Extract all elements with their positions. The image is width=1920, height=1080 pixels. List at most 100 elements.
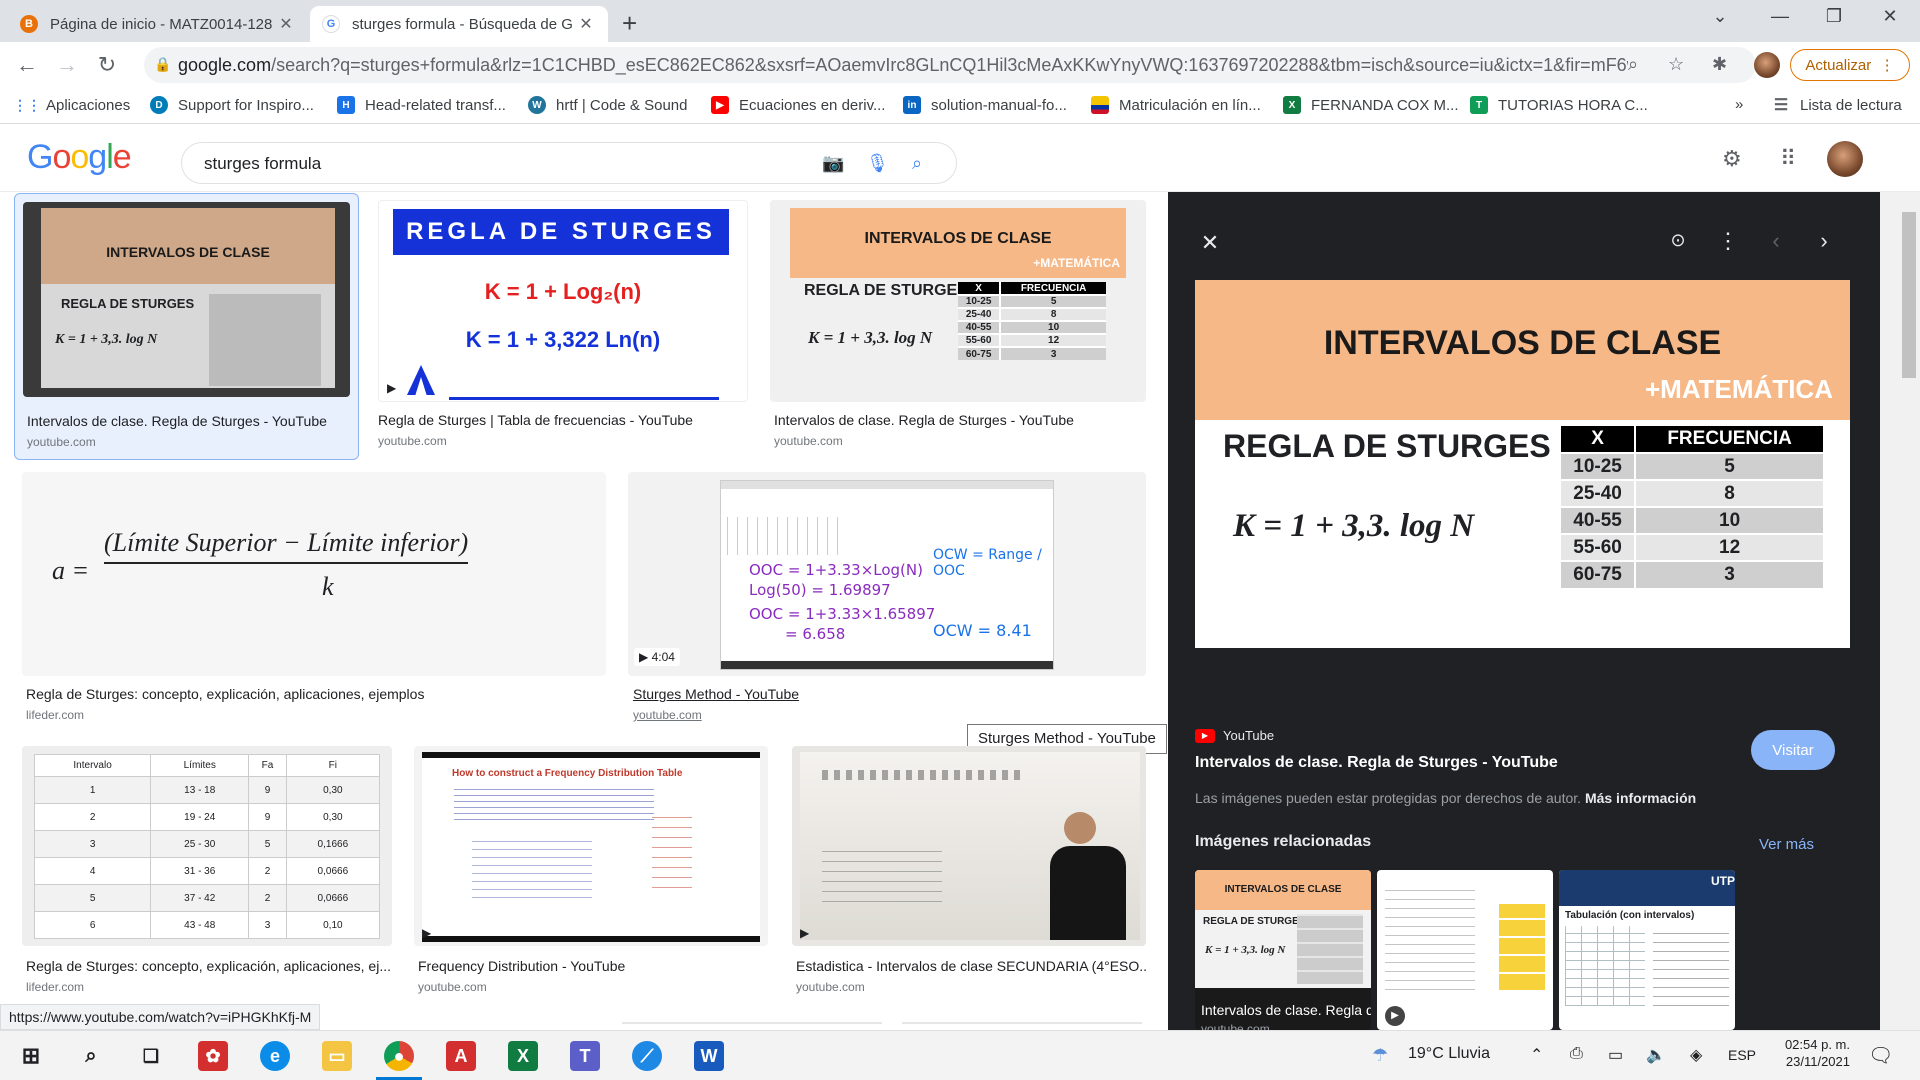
maximize-button[interactable]: ❐: [1814, 6, 1854, 27]
result-card[interactable]: REGLA DE STURGES K = 1 + Log₂(n) K = 1 +…: [370, 200, 750, 450]
result-title[interactable]: Intervalos de clase. Regla de Sturges - …: [774, 412, 1144, 428]
page-scrollbar[interactable]: [1880, 192, 1920, 1030]
show-hidden-icons-chevron-icon[interactable]: ⌃: [1530, 1045, 1543, 1065]
bookmark-tutorias[interactable]: T TUTORIAS HORA C...: [1470, 96, 1648, 114]
preview-title[interactable]: Intervalos de clase. Regla de Sturges - …: [1195, 754, 1558, 772]
acrobat-icon[interactable]: A: [446, 1041, 476, 1071]
related-image[interactable]: UTPL Tabulación (con intervalos): [1559, 870, 1735, 1030]
windows-start-icon[interactable]: ⊞: [16, 1041, 46, 1071]
bookmark-wordpress[interactable]: Whrtf | Code & Sound: [528, 96, 687, 114]
search-input[interactable]: sturges formula: [204, 154, 321, 174]
word-icon[interactable]: W: [694, 1041, 724, 1071]
language-indicator[interactable]: ESP: [1728, 1047, 1756, 1063]
bookmark-dell[interactable]: D Support for Inspiro...: [150, 96, 314, 114]
table-header-cell: X: [958, 282, 1002, 295]
account-avatar[interactable]: [1827, 141, 1863, 177]
google-logo[interactable]: Google: [27, 138, 132, 177]
camera-icon[interactable]: 📷: [822, 153, 844, 174]
related-image[interactable]: ▶: [1377, 870, 1553, 1030]
bookmark-excel[interactable]: X FERNANDA COX M...: [1283, 96, 1459, 114]
minimize-button[interactable]: —: [1760, 6, 1800, 27]
bookmarks-overflow-button[interactable]: »: [1735, 96, 1743, 113]
bookmark-youtube[interactable]: ▶ Ecuaciones en deriv...: [711, 96, 885, 114]
forward-button[interactable]: →: [52, 50, 82, 80]
wordpress-icon: W: [528, 96, 546, 114]
url-text[interactable]: google.com/search?q=sturges+formula&rlz=…: [178, 55, 1628, 76]
address-bar[interactable]: 🔒 google.com/search?q=sturges+formula&rl…: [144, 47, 1756, 83]
close-tab-icon[interactable]: ✕: [576, 14, 596, 34]
result-card[interactable]: How to construct a Frequency Distributio…: [414, 746, 768, 996]
microphone-icon[interactable]: 🎙: [866, 153, 889, 174]
result-title[interactable]: Estadistica - Intervalos de clase SECUND…: [796, 958, 1146, 974]
teams-icon[interactable]: T: [570, 1041, 600, 1071]
table-cell: 10: [1635, 506, 1823, 534]
result-card[interactable]: a = (Límite Superior − Límite inferior) …: [22, 472, 606, 722]
related-image[interactable]: INTERVALOS DE CLASE REGLA DE STURGES K =…: [1195, 870, 1371, 1030]
volume-icon[interactable]: 🔈: [1646, 1045, 1666, 1065]
reload-button[interactable]: ↻: [92, 50, 122, 80]
scrollbar-thumb[interactable]: [1902, 212, 1916, 378]
edge-icon[interactable]: e: [260, 1041, 290, 1071]
notifications-icon[interactable]: 🗨: [1868, 1043, 1893, 1068]
result-card[interactable]: INTERVALOS DE CLASE +MATEMÁTICA REGLA DE…: [770, 200, 1150, 450]
bookmark-linkedin[interactable]: in solution-manual-fo...: [903, 96, 1067, 114]
result-title[interactable]: Regla de Sturges | Tabla de frecuencias …: [378, 412, 748, 428]
result-source: youtube.com: [796, 980, 865, 994]
bookmark-apps[interactable]: ⋮⋮ Aplicaciones: [13, 96, 130, 114]
new-tab-button[interactable]: +: [622, 8, 637, 39]
result-title[interactable]: Frequency Distribution - YouTube: [418, 958, 768, 974]
profile-avatar[interactable]: [1754, 52, 1780, 78]
lens-search-icon[interactable]: ⊙: [1664, 230, 1692, 251]
preview-source[interactable]: ▶ YouTube: [1195, 728, 1274, 743]
excel-icon[interactable]: X: [508, 1041, 538, 1071]
result-title[interactable]: Regla de Sturges: concepto, explicación,…: [26, 958, 392, 974]
result-card[interactable]: ▶ Estadistica - Intervalos de clase SECU…: [792, 746, 1146, 996]
close-window-button[interactable]: ✕: [1870, 6, 1910, 27]
more-options-icon[interactable]: ⋮: [1714, 228, 1742, 254]
table-cell: 4: [33, 857, 152, 885]
clock[interactable]: 02:54 p. m. 23/11/2021: [1776, 1037, 1850, 1069]
huawei-app-icon[interactable]: ✿: [198, 1041, 228, 1071]
result-card[interactable]: OOC = 1+3.33×Log(N) Log(50) = 1.69897 OO…: [628, 472, 1146, 722]
chrome-icon[interactable]: ●: [376, 1041, 422, 1080]
table-cell: 55-60: [958, 333, 1002, 347]
search-icon[interactable]: ⌕: [76, 1041, 106, 1071]
weather-text[interactable]: 19°C Lluvia: [1408, 1045, 1490, 1063]
result-title[interactable]: Intervalos de clase. Regla de Sturges - …: [27, 413, 347, 429]
zoom-search-icon[interactable]: ⌕: [1628, 54, 1638, 75]
search-box[interactable]: sturges formula 📷 🎙 ⌕: [181, 142, 957, 184]
back-button[interactable]: ←: [12, 50, 42, 80]
settings-gear-icon[interactable]: ⚙: [1722, 146, 1742, 172]
bookmark-hrtf[interactable]: H Head-related transf...: [337, 96, 506, 114]
preview-image[interactable]: INTERVALOS DE CLASE +MATEMÁTICA REGLA DE…: [1195, 280, 1850, 648]
update-button[interactable]: Actualizar ⋮: [1790, 49, 1910, 81]
close-tab-icon[interactable]: ✕: [276, 14, 296, 34]
bookmark-star-icon[interactable]: ☆: [1668, 54, 1684, 75]
file-explorer-icon[interactable]: ▭: [322, 1041, 352, 1071]
result-title[interactable]: Sturges Method - YouTube: [633, 686, 1143, 702]
result-card[interactable]: INTERVALOS DE CLASE REGLA DE STURGES K =…: [14, 193, 359, 460]
task-view-icon[interactable]: ❏: [136, 1041, 166, 1071]
next-image-icon[interactable]: ›: [1810, 228, 1838, 254]
tab-search-chevron-icon[interactable]: ⌄: [1700, 6, 1740, 27]
close-preview-icon[interactable]: ✕: [1196, 230, 1224, 256]
table-header-cell: Intervalo: [33, 754, 152, 777]
camera-tray-icon[interactable]: ⎙: [1570, 1045, 1583, 1063]
battery-icon[interactable]: ▭: [1608, 1045, 1623, 1065]
tab-google-search[interactable]: G sturges formula - Búsqueda de G ✕: [310, 6, 608, 42]
tab-moodle[interactable]: B Página de inicio - MATZ0014-128 ✕: [8, 6, 308, 42]
see-more-link[interactable]: Ver más: [1759, 836, 1814, 853]
extensions-icon[interactable]: ✱: [1712, 54, 1727, 75]
result-title[interactable]: Regla de Sturges: concepto, explicación,…: [26, 686, 606, 702]
weather-icon: ☂: [1372, 1045, 1389, 1065]
more-info-link[interactable]: Más información: [1585, 790, 1696, 806]
reading-list-button[interactable]: ☰ Lista de lectura: [1772, 96, 1902, 115]
visit-button[interactable]: Visitar: [1751, 730, 1835, 770]
google-apps-icon[interactable]: ⠿: [1780, 146, 1796, 172]
previous-image-icon[interactable]: ‹: [1762, 228, 1790, 254]
bookmark-matriculacion[interactable]: Matriculación en lín...: [1091, 96, 1261, 114]
dropbox-icon[interactable]: ◈: [1690, 1045, 1702, 1065]
safari-icon[interactable]: ⟋: [632, 1041, 662, 1071]
result-card[interactable]: Intervalo Límites Fa Fi 1 13 - 18 9 0,30 2 19 - 2…: [22, 746, 392, 996]
search-icon[interactable]: ⌕: [912, 153, 922, 174]
